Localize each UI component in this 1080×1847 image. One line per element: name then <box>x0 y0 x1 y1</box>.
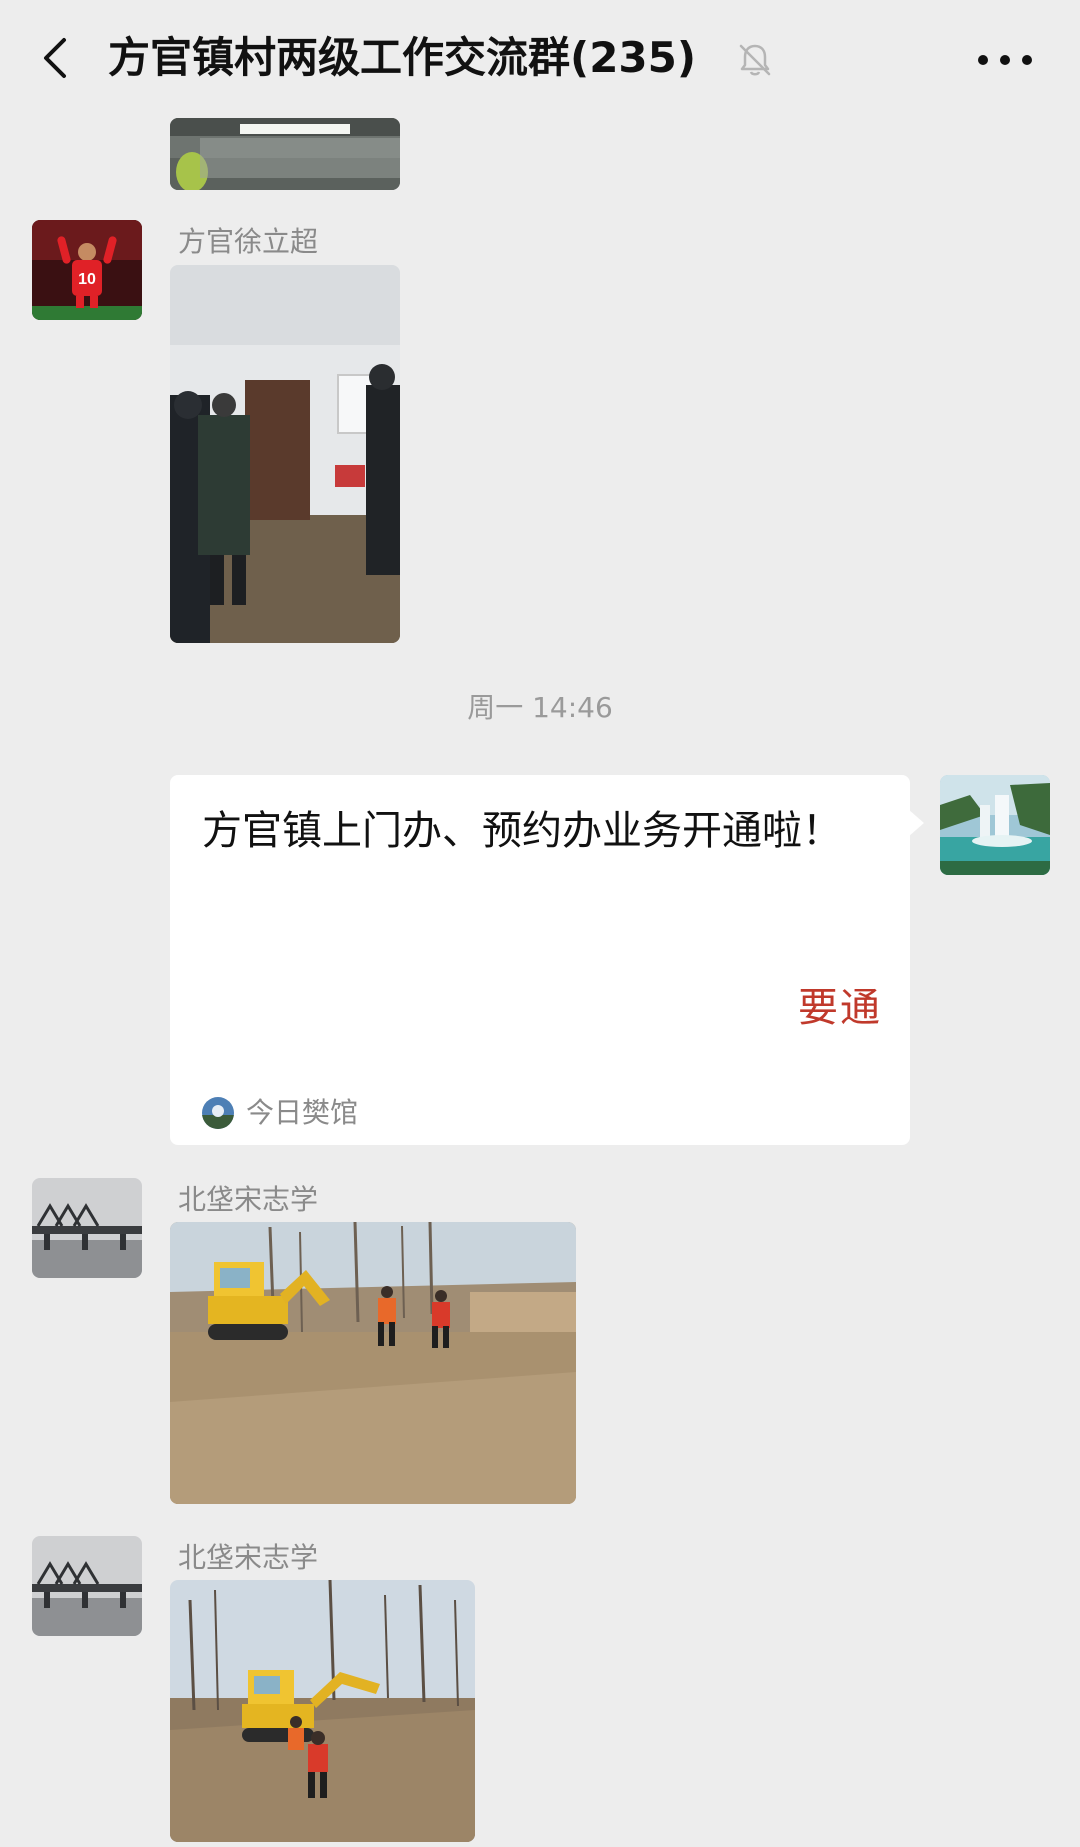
avatar[interactable]: 10 <box>32 220 142 320</box>
more-options-button[interactable] <box>970 38 1040 82</box>
message-image[interactable] <box>170 265 400 643</box>
avatar[interactable] <box>940 775 1050 875</box>
card-thumbnail-text: 要通 <box>798 985 882 1031</box>
sender-name: 北垡宋志学 <box>178 1183 319 1216</box>
bell-muted-icon <box>735 40 775 80</box>
card-source: 今日樊馆 <box>202 1095 358 1131</box>
timestamp: 周一 14:46 <box>467 691 613 724</box>
sender-name: 方官徐立超 <box>178 225 319 258</box>
message-image[interactable] <box>170 1580 475 1842</box>
more-horizontal-icon[interactable] <box>970 38 1040 82</box>
link-card-message[interactable]: 方官镇上门办、预约办业务开通啦！ 要通 今日樊馆 <box>170 775 924 1145</box>
chat-header: 方官镇村两级工作交流群(235) <box>0 0 1080 118</box>
sender-name: 北垡宋志学 <box>178 1541 319 1574</box>
source-name: 今日樊馆 <box>246 1096 359 1129</box>
bubble-tail <box>908 809 924 837</box>
source-icon <box>202 1097 234 1129</box>
back-button[interactable] <box>30 30 86 86</box>
avatar[interactable] <box>32 1536 142 1636</box>
svg-text:10: 10 <box>78 271 96 288</box>
chat-title: 方官镇村两级工作交流群(235) <box>108 33 697 82</box>
message-image[interactable] <box>170 118 400 190</box>
chevron-left-icon[interactable] <box>30 30 86 86</box>
avatar[interactable] <box>32 1178 142 1278</box>
message-image[interactable] <box>170 1222 576 1504</box>
card-title: 方官镇上门办、预约办业务开通啦！ <box>202 808 842 854</box>
